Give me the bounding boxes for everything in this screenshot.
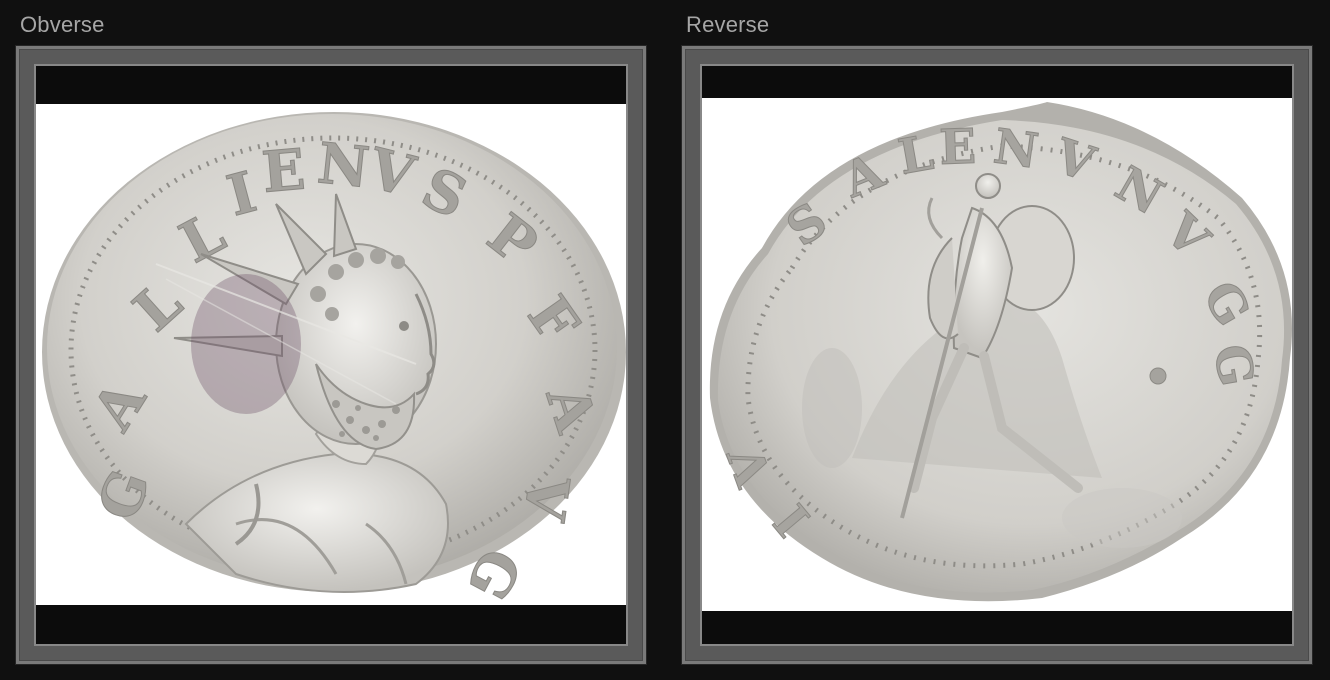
svg-text:E: E [259, 136, 307, 205]
svg-text:N: N [990, 118, 1041, 180]
obverse-viewer[interactable]: G A L L I E N V S P F A V G [36, 66, 626, 644]
reverse-frame: S A L E N V N V G G V I [682, 46, 1312, 664]
obverse-label: Obverse [20, 12, 105, 37]
svg-text:E: E [938, 119, 977, 176]
reverse-label: Reverse [686, 12, 770, 37]
obverse-coin-graphic: G A L L I E N V S P F A V G [42, 112, 626, 605]
obverse-image[interactable]: G A L L I E N V S P F A V G [36, 104, 626, 605]
reverse-coin-graphic: S A L E N V N V G G V I [709, 102, 1292, 602]
reverse-image[interactable]: S A L E N V N V G G V I [702, 98, 1292, 611]
svg-text:N: N [315, 130, 373, 201]
reverse-viewer[interactable]: S A L E N V N V G G V I [702, 66, 1292, 644]
obverse-frame: G A L L I E N V S P F A V G [16, 46, 646, 664]
